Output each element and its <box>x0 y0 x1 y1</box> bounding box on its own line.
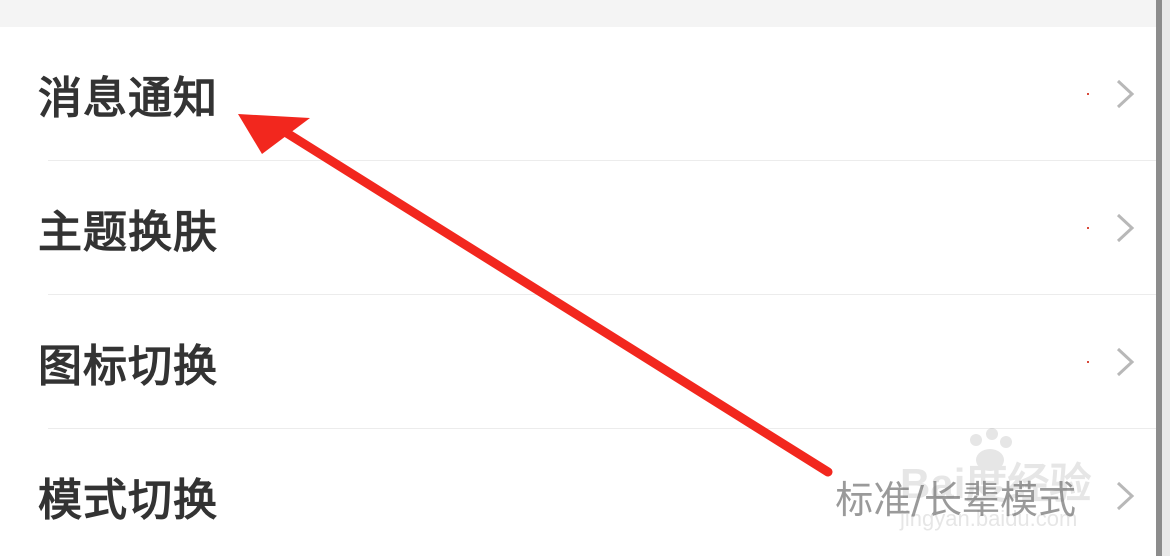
row-label: 模式切换 <box>38 475 218 526</box>
top-gap <box>0 0 1170 27</box>
red-dot-mark <box>1087 227 1089 229</box>
scrollbar-thumb[interactable] <box>1156 0 1162 556</box>
settings-row-message-notification[interactable]: 消息通知 <box>0 27 1156 161</box>
row-value: 标准/长辈模式 <box>835 477 1076 522</box>
settings-row-mode-switch[interactable]: 模式切换 标准/长辈模式 <box>0 429 1156 556</box>
settings-list: 消息通知 主题换肤 图标切换 模式切换 标准/长辈模式 <box>0 27 1156 556</box>
settings-row-theme-skin[interactable]: 主题换肤 <box>0 161 1156 295</box>
chevron-right-icon <box>1116 347 1135 377</box>
red-dot-mark <box>1087 93 1089 95</box>
settings-page: 消息通知 主题换肤 图标切换 模式切换 标准/长辈模式 Bai度经验 jingy… <box>0 0 1170 556</box>
red-dot-mark <box>1087 361 1089 363</box>
row-label: 图标切换 <box>38 341 218 392</box>
chevron-right-icon <box>1116 481 1135 511</box>
row-label: 主题换肤 <box>38 207 218 258</box>
chevron-right-icon <box>1116 79 1135 109</box>
chevron-right-icon <box>1116 213 1135 243</box>
settings-row-icon-switch[interactable]: 图标切换 <box>0 295 1156 429</box>
row-label: 消息通知 <box>38 73 218 124</box>
